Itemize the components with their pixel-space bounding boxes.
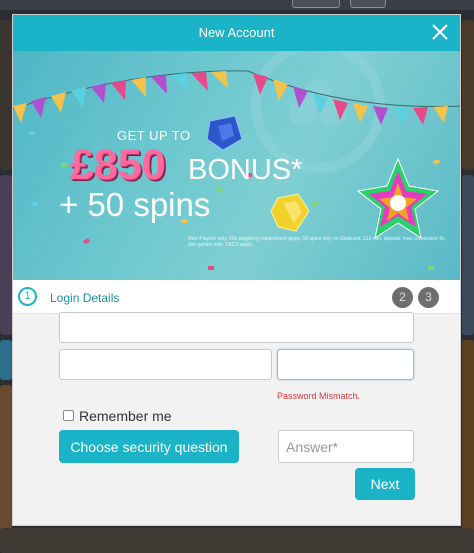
step-3-indicator: 3 [418, 287, 439, 308]
banner-spins: + 50 spins [59, 186, 211, 223]
close-button[interactable] [430, 22, 450, 42]
next-button[interactable]: Next [355, 468, 415, 500]
background-tile [462, 175, 474, 335]
background-tile [0, 528, 474, 553]
banner-bonus-label: BONUS* [188, 154, 303, 186]
background-tile [0, 340, 12, 380]
banner-bonus-amount: £850 [70, 141, 166, 189]
password-field[interactable] [59, 349, 272, 380]
step-indicator: 1 Login Details 2 3 [13, 280, 460, 314]
modal-header: New Account [13, 15, 460, 51]
step-1-indicator: 1 [18, 287, 37, 306]
background-top-bar [0, 0, 474, 10]
banner-terms: New Players only. 50x wagering requireme… [188, 236, 446, 248]
new-account-modal: New Account GET UP TO £850 BONUS* + 50 s… [12, 14, 461, 526]
choose-security-question-button[interactable]: Choose security question [59, 430, 239, 463]
background-tile [0, 385, 12, 545]
close-icon [432, 24, 448, 40]
promo-banner: GET UP TO £850 BONUS* + 50 spins New Pla… [13, 51, 460, 280]
security-answer-field[interactable] [278, 430, 414, 463]
background-tile [0, 175, 12, 335]
username-field[interactable] [59, 312, 414, 343]
modal-title: New Account [198, 25, 275, 40]
background-tile [462, 340, 474, 550]
confirm-password-field[interactable] [277, 349, 414, 380]
step-2-indicator: 2 [392, 287, 413, 308]
background-top-button [350, 0, 386, 8]
remember-me-label: Remember me [79, 408, 172, 424]
remember-me-checkbox[interactable] [63, 410, 74, 421]
background-tile [462, 20, 474, 170]
password-mismatch-error: Password Mismatch. [277, 391, 361, 401]
background-top-button [292, 0, 340, 8]
background-tile [0, 20, 12, 170]
step-1-label: Login Details [50, 291, 120, 305]
